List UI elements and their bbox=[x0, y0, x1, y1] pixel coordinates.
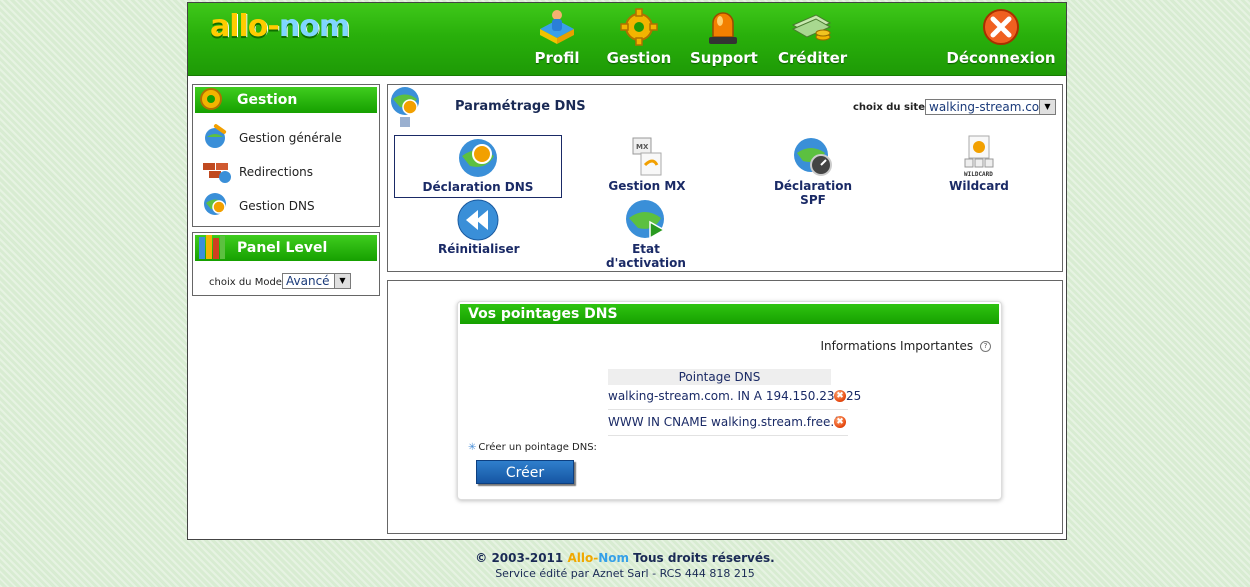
allo-nom-logo[interactable]: allo-nom bbox=[210, 9, 350, 44]
profile-icon bbox=[540, 10, 574, 44]
globe-play-icon bbox=[626, 200, 666, 240]
dns-title: Paramétrage DNS bbox=[455, 99, 586, 114]
alarm-light-icon bbox=[709, 12, 737, 44]
dns-settings-panel: Paramétrage DNS choix du site : walking-… bbox=[387, 84, 1063, 272]
important-info-link[interactable]: Informations Importantes ? bbox=[821, 339, 991, 353]
svg-text:WILDCARD: WILDCARD bbox=[964, 171, 993, 178]
nav-support[interactable]: Support bbox=[690, 7, 758, 67]
globe-dns-icon bbox=[391, 87, 419, 127]
chevron-down-icon: ▼ bbox=[334, 274, 350, 288]
nav-crediter[interactable]: Créditer bbox=[778, 7, 847, 67]
delete-icon[interactable]: ✖ bbox=[834, 416, 846, 428]
svg-text:MX: MX bbox=[636, 143, 649, 151]
nav-gestion[interactable]: Gestion bbox=[606, 7, 672, 67]
site-select[interactable]: walking-stream.com ▼ bbox=[925, 99, 1056, 115]
tool-declaration-spf[interactable]: Déclaration SPF bbox=[760, 135, 866, 207]
tool-wildcard[interactable]: WILDCARD Wildcard bbox=[944, 135, 1014, 193]
create-button[interactable]: Créer bbox=[476, 460, 574, 484]
site-label: choix du site : bbox=[853, 102, 933, 113]
globe-dns-icon bbox=[204, 193, 226, 215]
nav-profil[interactable]: Profil bbox=[533, 7, 581, 67]
app-frame: allo-nom Profil Gestion Support Créditer… bbox=[187, 2, 1067, 540]
bricks-icon bbox=[203, 163, 231, 183]
star-icon: ✳ bbox=[468, 442, 477, 453]
sidebar-panel-level: Panel Level choix du Mode : Avancé ▼ bbox=[192, 232, 380, 296]
tool-gestion-mx[interactable]: MX Gestion MX bbox=[604, 135, 690, 193]
create-record-label: ✳ Créer un pointage DNS: bbox=[468, 442, 597, 453]
wildcard-icon: WILDCARD bbox=[964, 135, 994, 178]
rewind-icon bbox=[457, 199, 499, 241]
footer-publisher: Service édité par Aznet Sarl - RCS 444 8… bbox=[495, 567, 755, 580]
footer-copyright: © 2003-2011 Allo-Nom Tous droits réservé… bbox=[475, 551, 775, 565]
globe-dns-icon bbox=[459, 139, 497, 177]
books-icon bbox=[199, 235, 225, 259]
chevron-down-icon: ▼ bbox=[1039, 100, 1055, 114]
tool-declaration-dns[interactable]: Déclaration DNS bbox=[394, 135, 562, 198]
dns-records-panel: Vos pointages DNS Informations Important… bbox=[457, 301, 1002, 500]
dns-column-header: Pointage DNS bbox=[608, 369, 831, 385]
sidebar-gestion-header: Gestion bbox=[195, 87, 377, 113]
delete-icon[interactable]: ✖ bbox=[834, 390, 846, 402]
money-icon bbox=[791, 14, 832, 41]
table-row: WWW IN CNAME walking.stream.free.fr ✖ bbox=[608, 413, 848, 436]
table-row: walking-stream.com. IN A 194.150.236.25 … bbox=[608, 387, 861, 410]
mode-select[interactable]: Avancé ▼ bbox=[282, 273, 351, 289]
globe-wrench-icon bbox=[205, 124, 227, 148]
dns-records-section: Vos pointages DNS Informations Important… bbox=[387, 280, 1063, 534]
gear-icon bbox=[620, 8, 658, 46]
sidebar-gestion: Gestion Gestion générale Redirections Ge… bbox=[192, 84, 380, 227]
nav-deconnexion[interactable]: Déconnexion bbox=[946, 7, 1056, 67]
mx-mail-icon: MX bbox=[632, 137, 662, 176]
header: allo-nom Profil Gestion Support Créditer… bbox=[188, 3, 1066, 76]
globe-gauge-icon bbox=[794, 138, 832, 176]
tool-reinitialiser[interactable]: Réinitialiser bbox=[438, 198, 520, 256]
mode-label: choix du Mode : bbox=[209, 277, 289, 288]
panel-level-header: Panel Level bbox=[195, 235, 377, 261]
gear-icon bbox=[200, 88, 222, 110]
close-icon bbox=[983, 9, 1019, 45]
help-icon: ? bbox=[980, 341, 991, 352]
dns-records-header: Vos pointages DNS bbox=[460, 304, 999, 324]
tool-etat-activation[interactable]: Etat d'activation bbox=[592, 198, 700, 270]
